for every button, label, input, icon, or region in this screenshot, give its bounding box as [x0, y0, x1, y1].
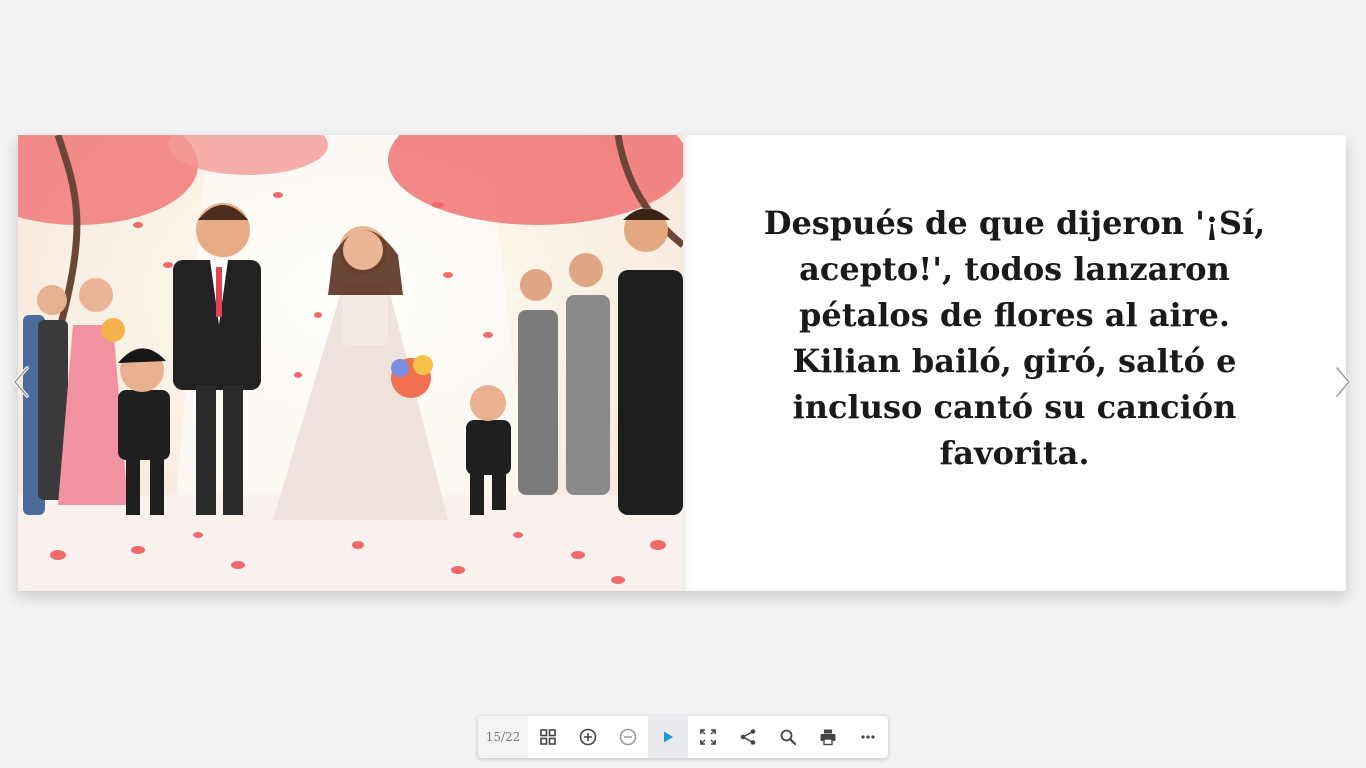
- zoom-out-button[interactable]: [608, 716, 648, 758]
- previous-page-button[interactable]: [6, 362, 36, 402]
- print-icon: [820, 729, 836, 746]
- text-page: Después de que dijeron '¡Sí, acepto!', t…: [683, 135, 1346, 591]
- zoom-in-button[interactable]: [568, 716, 608, 758]
- fullscreen-icon: [700, 729, 716, 745]
- share-button[interactable]: [728, 716, 768, 758]
- zoom-in-icon: [579, 728, 597, 746]
- more-icon: [861, 735, 875, 739]
- search-button[interactable]: [768, 716, 808, 758]
- share-icon: [740, 729, 756, 745]
- fullscreen-button[interactable]: [688, 716, 728, 758]
- play-icon: [664, 731, 673, 743]
- grid-icon: [540, 729, 556, 745]
- page-counter: 15/22: [478, 716, 528, 758]
- next-page-button[interactable]: [1328, 362, 1358, 402]
- wedding-illustration: [18, 135, 683, 591]
- chevron-right-icon: [1335, 366, 1351, 398]
- more-options-button[interactable]: [848, 716, 888, 758]
- viewer-toolbar: 15/22: [478, 716, 888, 758]
- story-text: Después de que dijeron '¡Sí, acepto!', t…: [763, 204, 1266, 472]
- print-button[interactable]: [808, 716, 848, 758]
- zoom-out-icon: [619, 728, 637, 746]
- autoplay-button[interactable]: [648, 716, 688, 758]
- flipbook-spread: Después de que dijeron '¡Sí, acepto!', t…: [18, 135, 1346, 591]
- thumbnails-button[interactable]: [528, 716, 568, 758]
- chevron-left-icon: [13, 366, 29, 398]
- search-icon: [780, 729, 797, 746]
- illustration-page: [18, 135, 683, 591]
